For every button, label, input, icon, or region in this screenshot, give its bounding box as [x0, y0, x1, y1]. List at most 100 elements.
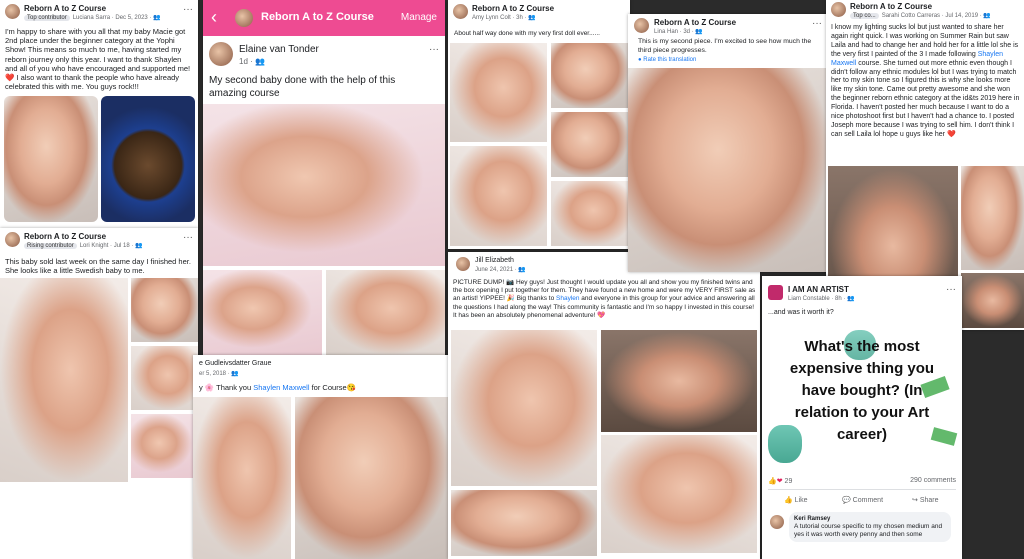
comments-count[interactable]: 290 comments — [910, 477, 956, 484]
like-reaction-icon: 👍 — [768, 478, 777, 485]
post-photo[interactable] — [628, 68, 828, 272]
post-photo[interactable] — [203, 270, 322, 355]
post-text: y 🌸 Thank you Shaylen Maxwell for Course… — [199, 383, 439, 392]
author-line[interactable]: Sarahi Cotto Carreras · Jul 14, 2019 · 👥 — [882, 13, 991, 19]
share-button[interactable]: ↪ Share — [912, 496, 939, 504]
post-image[interactable]: What's the most expensive thing you have… — [762, 320, 962, 468]
post-photo[interactable] — [101, 96, 195, 222]
author-meta[interactable]: Liam Constable · 8h · 👥 — [788, 295, 855, 302]
commenter-avatar[interactable] — [770, 515, 784, 529]
post-card-elaine: ‹ Reborn A to Z Course Manage Elaine van… — [203, 0, 445, 355]
post-time[interactable]: 1d · 👥 — [239, 57, 265, 66]
author-meta[interactable]: Top co... Sarahi Cotto Carreras · Jul 14,… — [850, 12, 991, 19]
post-photo[interactable] — [961, 166, 1024, 270]
image-headline: What's the most expensive thing you have… — [789, 338, 935, 443]
group-avatar[interactable] — [453, 4, 468, 19]
post-time[interactable]: er 5, 2018 · 👥 — [199, 370, 239, 377]
post-photo[interactable] — [131, 414, 198, 478]
post-photo[interactable] — [0, 278, 128, 482]
comment-label: Comment — [852, 497, 884, 504]
share-label: Share — [919, 497, 939, 504]
group-avatar[interactable] — [634, 18, 649, 33]
post-photo[interactable] — [551, 112, 628, 177]
post-photo[interactable] — [961, 273, 1024, 328]
post-card-graue: e Gudleivsdatter Graue er 5, 2018 · 👥 y … — [193, 355, 448, 559]
post-photo[interactable] — [193, 397, 291, 559]
author-name[interactable]: e Gudleivsdatter Graue — [199, 360, 271, 367]
post-photo[interactable] — [551, 43, 628, 108]
commenter-name[interactable]: Keri Ramsey — [794, 515, 946, 523]
post-photo[interactable] — [4, 96, 98, 222]
author-line[interactable]: Lori Knight · Jul 18 · 👥 — [80, 243, 143, 249]
group-avatar[interactable] — [5, 4, 20, 19]
group-avatar[interactable] — [768, 285, 783, 300]
love-reaction-icon: ❤ — [776, 478, 783, 485]
post-photo[interactable] — [203, 104, 445, 266]
reactions-number: 29 — [784, 478, 793, 485]
post-photo[interactable] — [131, 346, 198, 410]
author-line[interactable]: Luciana Sarra · Dec 5, 2023 · 👥 — [73, 15, 161, 21]
post-text: ...and was it worth it? — [768, 309, 834, 316]
post-text: This is my second piece. I'm excited to … — [638, 38, 812, 54]
comment-icon: 💬 — [842, 497, 851, 504]
mention-link[interactable]: Shaylen — [556, 295, 580, 302]
post-photo[interactable] — [601, 330, 757, 432]
actions-divider — [768, 489, 956, 490]
author-avatar[interactable] — [456, 257, 470, 271]
group-name[interactable]: Reborn A to Z Course — [472, 4, 554, 13]
rate-translation-link[interactable]: ● Rate this translation — [638, 57, 696, 63]
post-photo[interactable] — [131, 278, 198, 342]
group-title[interactable]: Reborn A to Z Course — [261, 11, 374, 23]
group-avatar[interactable] — [5, 232, 20, 247]
thumbs-up-icon: 👍 — [784, 497, 793, 504]
more-options-icon[interactable]: ··· — [183, 5, 193, 15]
author-avatar[interactable] — [209, 42, 233, 66]
group-avatar[interactable] — [831, 2, 846, 17]
contributor-badge: Rising contributor — [24, 243, 77, 249]
author-meta[interactable]: Top contributor Luciana Sarra · Dec 5, 20… — [24, 14, 161, 21]
post-photo[interactable] — [451, 490, 597, 556]
post-time[interactable]: June 24, 2021 · 👥 — [475, 266, 526, 273]
group-name[interactable]: Reborn A to Z Course — [24, 232, 106, 241]
group-name[interactable]: I AM AN ARTIST — [788, 285, 849, 294]
more-options-icon[interactable]: ··· — [946, 285, 956, 295]
reactions-count[interactable]: 👍❤ 29 — [768, 477, 792, 485]
more-options-icon[interactable]: ··· — [812, 19, 822, 29]
post-text-part: for Course😘 — [309, 383, 356, 392]
manage-button[interactable]: Manage — [401, 12, 437, 23]
contributor-badge: Top contributor — [24, 15, 70, 21]
post-card-jill: Jill Elizabeth June 24, 2021 · 👥 PICTURE… — [448, 252, 760, 559]
post-card-macie: Reborn A to Z Course Top contributor Luci… — [0, 0, 198, 228]
author-meta[interactable]: Amy Lynn Colt · 3h · 👥 — [472, 14, 536, 21]
post-text: About half way done with my very first d… — [454, 30, 600, 37]
group-avatar[interactable] — [235, 9, 253, 27]
post-card-amy: Reborn A to Z Course Amy Lynn Colt · 3h … — [448, 0, 630, 249]
post-photo[interactable] — [295, 397, 448, 559]
post-card-lina: Reborn A to Z Course Lina Han · 3d · 👥 ·… — [628, 14, 828, 272]
comment-button[interactable]: 💬 Comment — [842, 496, 883, 504]
back-icon[interactable]: ‹ — [211, 7, 217, 28]
post-photo[interactable] — [551, 181, 628, 246]
post-photo[interactable] — [450, 146, 547, 246]
author-meta[interactable]: Lina Han · 3d · 👥 — [654, 28, 703, 35]
group-name[interactable]: Reborn A to Z Course — [654, 18, 736, 27]
post-text-part: y 🌸 Thank you — [199, 383, 254, 392]
post-photo[interactable] — [450, 43, 547, 142]
author-name[interactable]: Elaine van Tonder — [239, 44, 319, 55]
mention-link[interactable]: Shaylen Maxwell — [253, 383, 309, 392]
post-photo[interactable] — [326, 270, 445, 355]
more-options-icon[interactable]: ··· — [429, 45, 439, 55]
post-photo[interactable] — [451, 330, 597, 486]
comment-text: A tutorial course specific to my chosen … — [794, 523, 943, 538]
group-name[interactable]: Reborn A to Z Course — [24, 4, 106, 13]
group-header-bar: ‹ Reborn A to Z Course Manage — [203, 0, 445, 36]
post-text: I know my lighting sucks lol but just wa… — [831, 24, 1021, 140]
post-text: This baby sold last week on the same day… — [5, 257, 191, 276]
post-text: PICTURE DUMP! 📷 Hey guys! Just thought I… — [453, 279, 758, 320]
post-photo[interactable] — [601, 435, 757, 553]
more-options-icon[interactable]: ··· — [183, 233, 193, 243]
author-meta[interactable]: Rising contributor Lori Knight · Jul 18 ·… — [24, 242, 143, 249]
like-button[interactable]: 👍 Like — [784, 496, 808, 504]
group-name[interactable]: Reborn A to Z Course — [850, 2, 932, 11]
author-name[interactable]: Jill Elizabeth — [475, 257, 514, 264]
